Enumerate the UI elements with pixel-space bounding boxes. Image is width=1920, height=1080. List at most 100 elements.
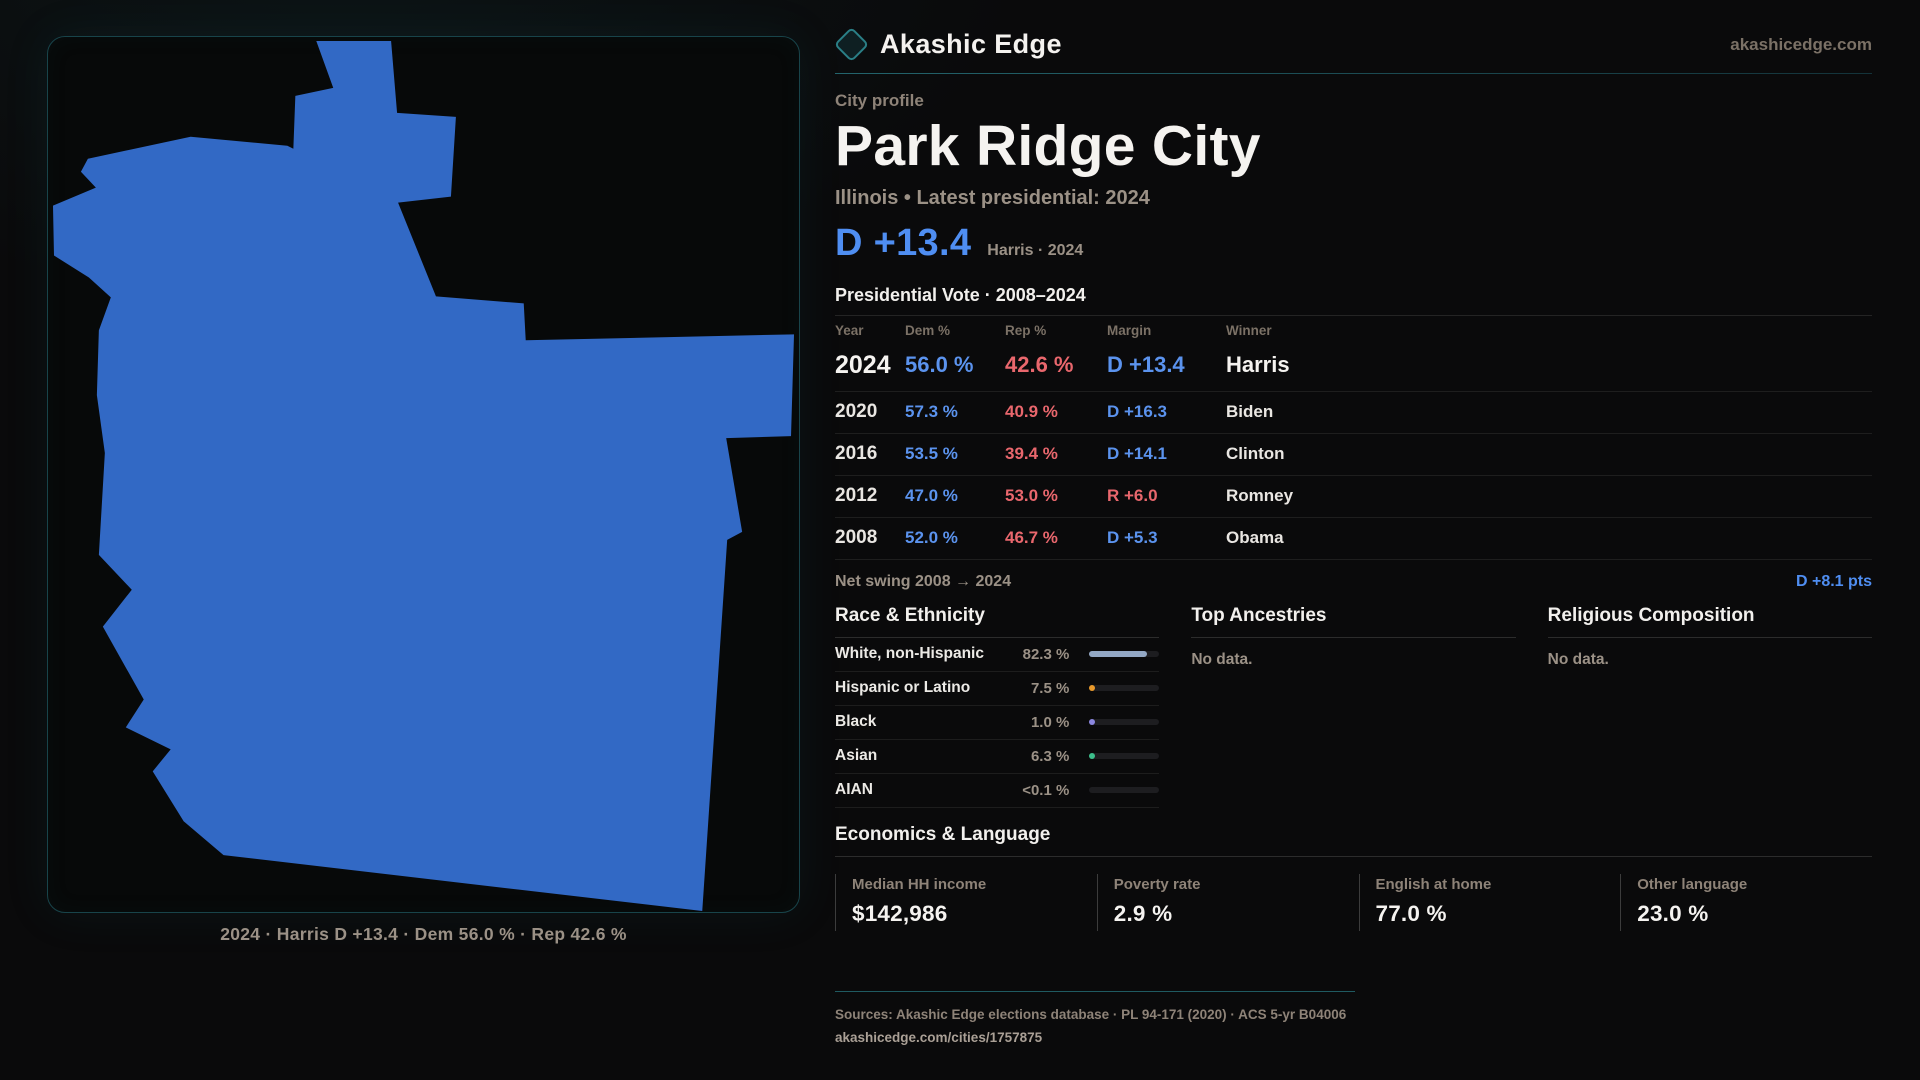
rep-cell: 39.4 % bbox=[1005, 444, 1107, 464]
headline-margin-context: Harris · 2024 bbox=[987, 242, 1083, 260]
rep-cell: 46.7 % bbox=[1005, 528, 1107, 548]
stat-label: Median HH income bbox=[852, 876, 1087, 893]
stat-label: Poverty rate bbox=[1114, 876, 1349, 893]
margin-cell: D +13.4 bbox=[1107, 352, 1226, 378]
religion-empty-state: No data. bbox=[1548, 651, 1872, 669]
dem-cell: 57.3 % bbox=[905, 402, 1005, 422]
race-label: Hispanic or Latino bbox=[835, 679, 1005, 697]
race-ethnicity-section: Race & Ethnicity White, non-Hispanic 82.… bbox=[835, 605, 1159, 808]
stat-card: Other language 23.0 % bbox=[1620, 874, 1872, 931]
list-item: Black 1.0 % bbox=[835, 706, 1159, 740]
stat-value: 23.0 % bbox=[1637, 901, 1872, 927]
headline-margin-row: D +13.4 Harris · 2024 bbox=[835, 222, 1872, 265]
page-footer: Sources: Akashic Edge elections database… bbox=[835, 991, 1872, 1047]
vote-table-title: Presidential Vote · 2008–2024 bbox=[835, 285, 1872, 306]
race-bar-fill bbox=[1089, 685, 1095, 691]
stat-value: 77.0 % bbox=[1376, 901, 1611, 927]
header-divider bbox=[835, 73, 1872, 74]
col-year: Year bbox=[835, 323, 905, 338]
list-item: White, non-Hispanic 82.3 % bbox=[835, 638, 1159, 672]
race-value: 82.3 % bbox=[1005, 646, 1089, 663]
city-boundary-shape bbox=[53, 41, 794, 911]
dem-cell: 47.0 % bbox=[905, 486, 1005, 506]
margin-cell: R +6.0 bbox=[1107, 486, 1226, 506]
stat-card: Poverty rate 2.9 % bbox=[1097, 874, 1349, 931]
page-subtitle: Illinois • Latest presidential: 2024 bbox=[835, 187, 1872, 210]
ancestries-section: Top Ancestries No data. bbox=[1191, 605, 1515, 808]
table-row: 2016 53.5 % 39.4 % D +14.1 Clinton bbox=[835, 434, 1872, 476]
net-swing-value: D +8.1 pts bbox=[1796, 573, 1872, 591]
stat-value: $142,986 bbox=[852, 901, 1087, 927]
religion-title: Religious Composition bbox=[1548, 605, 1872, 638]
stat-card: English at home 77.0 % bbox=[1359, 874, 1611, 931]
race-label: Black bbox=[835, 713, 1005, 731]
dem-cell: 52.0 % bbox=[905, 528, 1005, 548]
rep-cell: 53.0 % bbox=[1005, 486, 1107, 506]
col-margin: Margin bbox=[1107, 323, 1226, 338]
col-rep: Rep % bbox=[1005, 323, 1107, 338]
list-item: Asian 6.3 % bbox=[835, 740, 1159, 774]
race-value: 6.3 % bbox=[1005, 748, 1089, 765]
winner-cell: Clinton bbox=[1226, 444, 1872, 464]
brand-name: Akashic Edge bbox=[880, 29, 1062, 60]
footer-divider bbox=[835, 991, 1355, 992]
stat-value: 2.9 % bbox=[1114, 901, 1349, 927]
stat-card: Median HH income $142,986 bbox=[835, 874, 1087, 931]
stat-label: English at home bbox=[1376, 876, 1611, 893]
margin-cell: D +5.3 bbox=[1107, 528, 1226, 548]
year-cell: 2012 bbox=[835, 485, 905, 507]
race-value: <0.1 % bbox=[1005, 782, 1089, 799]
table-row: 2024 56.0 % 42.6 % D +13.4 Harris bbox=[835, 340, 1872, 392]
race-bar-fill bbox=[1089, 651, 1147, 657]
site-domain-link[interactable]: akashicedge.com bbox=[1730, 35, 1872, 55]
race-label: Asian bbox=[835, 747, 1005, 765]
year-cell: 2020 bbox=[835, 401, 905, 423]
dem-cell: 56.0 % bbox=[905, 352, 1005, 378]
race-label: White, non-Hispanic bbox=[835, 645, 1005, 663]
col-dem: Dem % bbox=[905, 323, 1005, 338]
site-header: Akashic Edge akashicedge.com bbox=[835, 28, 1872, 61]
net-swing-row: Net swing 2008 → 2024 D +8.1 pts bbox=[835, 560, 1872, 601]
permalink[interactable]: akashicedge.com/cities/1757875 bbox=[835, 1030, 1042, 1045]
profile-panel: Akashic Edge akashicedge.com City profil… bbox=[835, 28, 1872, 1047]
net-swing-label: Net swing 2008 → 2024 bbox=[835, 573, 1011, 591]
stat-label: Other language bbox=[1637, 876, 1872, 893]
economics-title: Economics & Language bbox=[835, 824, 1872, 857]
race-bar bbox=[1089, 787, 1159, 793]
race-ethnicity-title: Race & Ethnicity bbox=[835, 605, 1159, 638]
diamond-logo-icon bbox=[834, 27, 869, 62]
map-caption: 2024 · Harris D +13.4 · Dem 56.0 % · Rep… bbox=[47, 924, 800, 945]
ancestries-title: Top Ancestries bbox=[1191, 605, 1515, 638]
ancestries-empty-state: No data. bbox=[1191, 651, 1515, 669]
margin-cell: D +16.3 bbox=[1107, 402, 1226, 422]
winner-cell: Romney bbox=[1226, 486, 1872, 506]
race-bar bbox=[1089, 685, 1159, 691]
table-row: 2020 57.3 % 40.9 % D +16.3 Biden bbox=[835, 392, 1872, 434]
list-item: Hispanic or Latino 7.5 % bbox=[835, 672, 1159, 706]
race-bar-fill bbox=[1089, 719, 1095, 725]
list-item: AIAN <0.1 % bbox=[835, 774, 1159, 808]
year-cell: 2024 bbox=[835, 351, 905, 380]
winner-cell: Obama bbox=[1226, 528, 1872, 548]
race-bar-fill bbox=[1089, 753, 1095, 759]
economics-stats: Median HH income $142,986 Poverty rate 2… bbox=[835, 874, 1872, 931]
vote-table: Year Dem % Rep % Margin Winner 2024 56.0… bbox=[835, 315, 1872, 560]
margin-cell: D +14.1 bbox=[1107, 444, 1226, 464]
vote-table-header: Year Dem % Rep % Margin Winner bbox=[835, 316, 1872, 340]
rep-cell: 42.6 % bbox=[1005, 352, 1107, 378]
page-kicker: City profile bbox=[835, 91, 1872, 111]
city-map-panel bbox=[47, 36, 800, 913]
winner-cell: Harris bbox=[1226, 352, 1872, 378]
race-bar bbox=[1089, 651, 1159, 657]
table-row: 2008 52.0 % 46.7 % D +5.3 Obama bbox=[835, 518, 1872, 560]
table-row: 2012 47.0 % 53.0 % R +6.0 Romney bbox=[835, 476, 1872, 518]
col-winner: Winner bbox=[1226, 323, 1872, 338]
page-title: Park Ridge City bbox=[835, 117, 1872, 177]
economics-section: Economics & Language Median HH income $1… bbox=[835, 824, 1872, 931]
winner-cell: Biden bbox=[1226, 402, 1872, 422]
race-value: 1.0 % bbox=[1005, 714, 1089, 731]
religion-section: Religious Composition No data. bbox=[1548, 605, 1872, 808]
city-map bbox=[48, 37, 799, 912]
headline-margin: D +13.4 bbox=[835, 222, 971, 265]
year-cell: 2016 bbox=[835, 443, 905, 465]
